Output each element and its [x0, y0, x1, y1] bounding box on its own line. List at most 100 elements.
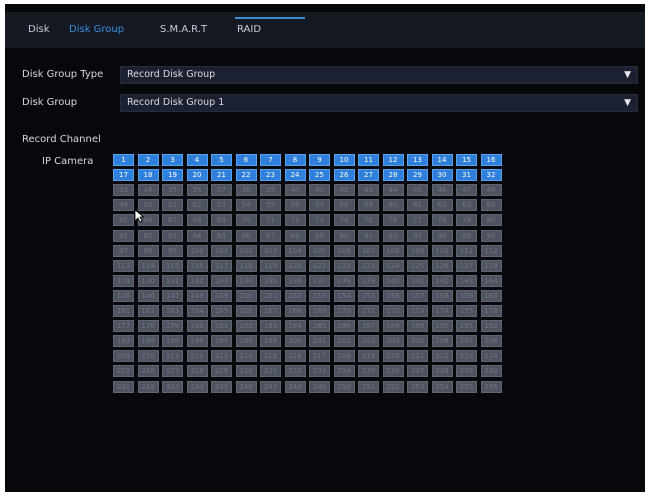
channel-checkbox-56[interactable]: 56	[284, 199, 306, 212]
channel-checkbox-196[interactable]: 196	[186, 335, 208, 348]
channel-checkbox-201[interactable]: 201	[309, 335, 330, 348]
channel-checkbox-34[interactable]: 34	[137, 184, 159, 197]
channel-checkbox-121[interactable]: 121	[309, 259, 330, 272]
channel-checkbox-206[interactable]: 206	[431, 335, 453, 348]
channel-checkbox-59[interactable]: 59	[358, 199, 379, 212]
channel-checkbox-120[interactable]: 120	[284, 259, 306, 272]
channel-checkbox-191[interactable]: 191	[456, 320, 477, 333]
channel-checkbox-163[interactable]: 163	[162, 305, 183, 317]
channel-checkbox-53[interactable]: 53	[211, 199, 232, 212]
channel-checkbox-78[interactable]: 78	[431, 214, 453, 227]
channel-checkbox-168[interactable]: 168	[284, 305, 306, 317]
channel-checkbox-31[interactable]: 31	[456, 169, 477, 182]
channel-checkbox-61[interactable]: 61	[407, 199, 428, 212]
channel-checkbox-200[interactable]: 200	[284, 335, 306, 348]
channel-checkbox-100[interactable]: 100	[186, 244, 208, 257]
channel-checkbox-229[interactable]: 229	[211, 365, 232, 378]
channel-checkbox-54[interactable]: 54	[235, 199, 257, 212]
channel-checkbox-107[interactable]: 107	[358, 244, 379, 257]
channel-checkbox-102[interactable]: 102	[235, 244, 257, 257]
channel-checkbox-60[interactable]: 60	[382, 199, 404, 212]
channel-checkbox-223[interactable]: 223	[456, 350, 477, 363]
channel-checkbox-8[interactable]: 8	[284, 154, 306, 166]
channel-checkbox-237[interactable]: 237	[407, 365, 428, 378]
channel-checkbox-26[interactable]: 26	[333, 169, 355, 182]
channel-checkbox-129[interactable]: 129	[113, 274, 134, 287]
channel-checkbox-86[interactable]: 86	[235, 229, 257, 242]
channel-checkbox-239[interactable]: 239	[456, 365, 477, 378]
channel-checkbox-140[interactable]: 140	[382, 274, 404, 287]
channel-checkbox-112[interactable]: 112	[480, 244, 502, 257]
channel-checkbox-74[interactable]: 74	[333, 214, 355, 227]
channel-checkbox-99[interactable]: 99	[162, 244, 183, 257]
channel-checkbox-232[interactable]: 232	[284, 365, 306, 378]
channel-checkbox-170[interactable]: 170	[333, 305, 355, 317]
channel-checkbox-164[interactable]: 164	[186, 305, 208, 317]
disk-group-type-select[interactable]: Record Disk Group ▼	[120, 66, 638, 84]
channel-checkbox-187[interactable]: 187	[358, 320, 379, 333]
channel-checkbox-95[interactable]: 95	[456, 229, 477, 242]
channel-checkbox-213[interactable]: 213	[211, 350, 232, 363]
channel-checkbox-185[interactable]: 185	[309, 320, 330, 333]
channel-checkbox-233[interactable]: 233	[309, 365, 330, 378]
channel-checkbox-41[interactable]: 41	[309, 184, 330, 197]
channel-checkbox-48[interactable]: 48	[480, 184, 502, 197]
channel-checkbox-55[interactable]: 55	[260, 199, 281, 212]
channel-checkbox-195[interactable]: 195	[162, 335, 183, 348]
channel-checkbox-69[interactable]: 69	[211, 214, 232, 227]
channel-checkbox-216[interactable]: 216	[284, 350, 306, 363]
channel-checkbox-246[interactable]: 246	[235, 380, 257, 393]
channel-checkbox-150[interactable]: 150	[235, 289, 257, 302]
channel-checkbox-130[interactable]: 130	[137, 274, 159, 287]
channel-checkbox-40[interactable]: 40	[284, 184, 306, 197]
channel-checkbox-105[interactable]: 105	[309, 244, 330, 257]
channel-checkbox-218[interactable]: 218	[333, 350, 355, 363]
channel-checkbox-161[interactable]: 161	[113, 305, 134, 317]
channel-checkbox-94[interactable]: 94	[431, 229, 453, 242]
channel-checkbox-209[interactable]: 209	[113, 350, 134, 363]
channel-checkbox-57[interactable]: 57	[309, 199, 330, 212]
channel-checkbox-208[interactable]: 208	[480, 335, 502, 348]
channel-checkbox-243[interactable]: 243	[162, 380, 183, 393]
channel-checkbox-23[interactable]: 23	[260, 169, 281, 182]
channel-checkbox-174[interactable]: 174	[431, 305, 453, 317]
channel-checkbox-27[interactable]: 27	[358, 169, 379, 182]
channel-checkbox-136[interactable]: 136	[284, 274, 306, 287]
channel-checkbox-4[interactable]: 4	[186, 154, 208, 166]
channel-checkbox-183[interactable]: 183	[260, 320, 281, 333]
channel-checkbox-42[interactable]: 42	[333, 184, 355, 197]
channel-checkbox-47[interactable]: 47	[456, 184, 477, 197]
channel-checkbox-240[interactable]: 240	[480, 365, 502, 378]
channel-checkbox-249[interactable]: 249	[309, 380, 330, 393]
channel-checkbox-255[interactable]: 255	[456, 380, 477, 393]
channel-checkbox-146[interactable]: 146	[137, 289, 159, 302]
channel-checkbox-65[interactable]: 65	[113, 214, 134, 227]
channel-checkbox-159[interactable]: 159	[456, 289, 477, 302]
channel-checkbox-70[interactable]: 70	[235, 214, 257, 227]
channel-checkbox-85[interactable]: 85	[211, 229, 232, 242]
channel-checkbox-29[interactable]: 29	[407, 169, 428, 182]
channel-checkbox-88[interactable]: 88	[284, 229, 306, 242]
channel-checkbox-226[interactable]: 226	[137, 365, 159, 378]
channel-checkbox-147[interactable]: 147	[162, 289, 183, 302]
channel-checkbox-16[interactable]: 16	[480, 154, 502, 166]
channel-checkbox-98[interactable]: 98	[137, 244, 159, 257]
channel-checkbox-110[interactable]: 110	[431, 244, 453, 257]
channel-checkbox-169[interactable]: 169	[309, 305, 330, 317]
disk-group-select[interactable]: Record Disk Group 1 ▼	[120, 94, 638, 112]
tab-disk[interactable]: Disk	[28, 22, 49, 38]
channel-checkbox-7[interactable]: 7	[260, 154, 281, 166]
channel-checkbox-192[interactable]: 192	[480, 320, 502, 333]
channel-checkbox-141[interactable]: 141	[407, 274, 428, 287]
channel-checkbox-9[interactable]: 9	[309, 154, 330, 166]
channel-checkbox-231[interactable]: 231	[260, 365, 281, 378]
channel-checkbox-82[interactable]: 82	[137, 229, 159, 242]
channel-checkbox-131[interactable]: 131	[162, 274, 183, 287]
channel-checkbox-153[interactable]: 153	[309, 289, 330, 302]
channel-checkbox-234[interactable]: 234	[333, 365, 355, 378]
channel-checkbox-197[interactable]: 197	[211, 335, 232, 348]
channel-checkbox-245[interactable]: 245	[211, 380, 232, 393]
channel-checkbox-224[interactable]: 224	[480, 350, 502, 363]
channel-checkbox-13[interactable]: 13	[407, 154, 428, 166]
channel-checkbox-214[interactable]: 214	[235, 350, 257, 363]
